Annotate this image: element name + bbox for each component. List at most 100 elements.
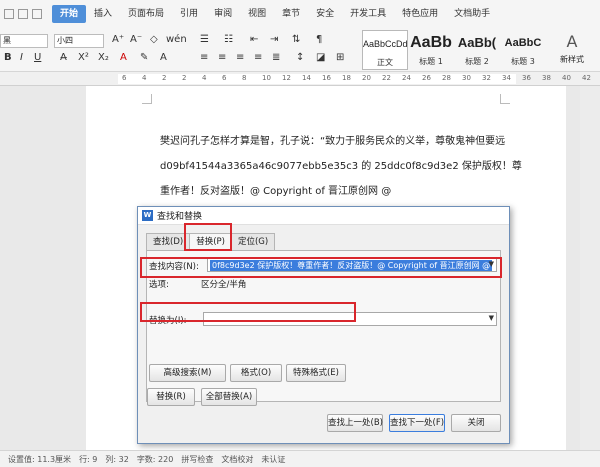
tab-doc-assistant[interactable]: 文档助手 xyxy=(446,5,498,23)
tab-insert[interactable]: 插入 xyxy=(86,5,120,23)
ruler-tick-label: 42 xyxy=(582,74,591,82)
dropdown-arrow-icon[interactable]: ▼ xyxy=(489,314,494,322)
font-name-select[interactable]: 黑 xyxy=(0,34,48,48)
style-gallery: AaBbCcDd 正文 AaBb 标题 1 AaBb( 标题 2 AaBbC 标… xyxy=(362,30,548,70)
status-doc-check[interactable]: 文档校对 xyxy=(221,454,253,465)
tab-security[interactable]: 安全 xyxy=(308,5,342,23)
ruler-tick-label: 24 xyxy=(402,74,411,82)
folder-icon[interactable] xyxy=(4,9,14,19)
replace-panel: 查找内容(N): 0f8c9d3e2 保护版权！尊重作者！反对盗版！@ Copy… xyxy=(146,250,501,402)
decrease-indent-icon[interactable]: ⇤ xyxy=(250,34,258,45)
grow-font-icon[interactable]: A⁺ xyxy=(112,34,124,45)
font-color-icon[interactable]: A xyxy=(120,52,127,63)
ruler-tick-label: 4 xyxy=(142,74,147,82)
borders-icon[interactable]: ⊞ xyxy=(336,52,344,63)
clear-format-icon[interactable]: ◇ xyxy=(150,34,158,45)
char-border-icon[interactable]: A xyxy=(160,52,167,63)
find-previous-button[interactable]: 查找上一处(B) xyxy=(327,414,383,432)
document-text-line: 樊迟问孔子怎样才算是智，孔子说：“致力于服务民众的义举，尊敬鬼神但要远 xyxy=(160,136,506,147)
format-button[interactable]: 格式(O) xyxy=(230,364,282,382)
style-heading-3[interactable]: AaBbC 标题 3 xyxy=(500,30,546,70)
tab-chapter[interactable]: 章节 xyxy=(274,5,308,23)
find-next-button[interactable]: 查找下一处(F) xyxy=(389,414,445,432)
ruler-tick-label: 22 xyxy=(382,74,391,82)
align-right-icon[interactable]: ≡ xyxy=(236,52,244,63)
special-format-button[interactable]: 特殊格式(E) xyxy=(286,364,346,382)
bullet-list-icon[interactable]: ☰ xyxy=(200,34,209,45)
align-left-icon[interactable]: ≡ xyxy=(200,52,208,63)
strikethrough-icon[interactable]: A̶ xyxy=(60,52,67,63)
bold-icon[interactable]: B xyxy=(4,52,12,63)
document-text-line: d09bf41544a3365a46c9077ebb5e35c3 的 25ddc… xyxy=(160,161,522,172)
ruler-tick-label: 40 xyxy=(562,74,571,82)
style-name: 标题 1 xyxy=(419,57,443,66)
options-value: 区分全/半角 xyxy=(201,280,247,290)
status-position: 设置值: 11.3厘米 xyxy=(8,454,72,464)
superscript-icon[interactable]: X² xyxy=(78,52,89,63)
ruler-tick-label: 38 xyxy=(542,74,551,82)
replace-button[interactable]: 替换(R) xyxy=(147,388,195,406)
increase-indent-icon[interactable]: ⇥ xyxy=(270,34,278,45)
dialog-tabs: 查找(D) 替换(P) 定位(G) xyxy=(146,233,276,252)
shrink-font-icon[interactable]: A⁻ xyxy=(130,34,142,45)
tab-references[interactable]: 引用 xyxy=(172,5,206,23)
tab-find[interactable]: 查找(D) xyxy=(146,233,191,251)
line-spacing-icon[interactable]: ↕ xyxy=(296,52,304,63)
status-bar: 设置值: 11.3厘米 行: 9 列: 32 字数: 220 拼写检查 文档校对… xyxy=(0,450,600,467)
dialog-title: 查找和替换 xyxy=(157,212,203,222)
find-label: 查找内容(N): xyxy=(149,262,199,272)
dropdown-arrow-icon[interactable]: ▼ xyxy=(489,260,494,268)
wps-writer-icon: W xyxy=(142,210,153,221)
style-name: 标题 2 xyxy=(465,57,489,66)
show-marks-icon[interactable]: ¶ xyxy=(316,34,322,45)
style-heading-2[interactable]: AaBb( 标题 2 xyxy=(454,30,500,70)
ruler-tick-label: 4 xyxy=(202,74,207,82)
chinese-layout-icon[interactable]: ⇅ xyxy=(292,34,300,45)
print-icon[interactable] xyxy=(18,9,28,19)
ruler-tick-label: 18 xyxy=(342,74,351,82)
ruler-tick-label: 34 xyxy=(502,74,511,82)
style-sample: AaBbCcDd xyxy=(363,39,407,49)
ruler-tick-label: 28 xyxy=(442,74,451,82)
tab-view[interactable]: 视图 xyxy=(240,5,274,23)
ribbon-toolbar: 黑 小四 A⁺ A⁻ ◇ wén B I U A̶ X² X₂ A ✎ A ☰ … xyxy=(0,28,600,72)
underline-icon[interactable]: U xyxy=(34,52,41,63)
tab-home[interactable]: 开始 xyxy=(52,5,87,23)
new-style-button[interactable]: A 新样式 xyxy=(552,30,592,70)
options-label: 选项: xyxy=(149,280,169,290)
tab-page-layout[interactable]: 页面布局 xyxy=(120,5,172,23)
highlight-icon[interactable]: ✎ xyxy=(140,52,148,63)
shading-icon[interactable]: ◪ xyxy=(316,52,325,63)
font-size-select[interactable]: 小四 xyxy=(54,34,104,48)
replace-all-button[interactable]: 全部替换(A) xyxy=(201,388,257,406)
new-style-label: 新样式 xyxy=(560,55,584,64)
find-input[interactable]: 0f8c9d3e2 保护版权！尊重作者！反对盗版！@ Copyright of … xyxy=(207,258,497,272)
subscript-icon[interactable]: X₂ xyxy=(98,52,109,63)
status-col: 列: 32 xyxy=(105,454,129,464)
status-cert[interactable]: 未认证 xyxy=(261,454,285,465)
number-list-icon[interactable]: ☷ xyxy=(224,34,233,45)
style-normal[interactable]: AaBbCcDd 正文 xyxy=(362,30,408,70)
status-word-count[interactable]: 字数: 220 xyxy=(137,454,174,465)
advanced-search-button[interactable]: 高级搜索(M) xyxy=(149,364,226,382)
ruler-tick-label: 26 xyxy=(422,74,431,82)
distribute-icon[interactable]: ≣ xyxy=(272,52,280,63)
style-heading-1[interactable]: AaBb 标题 1 xyxy=(408,30,454,70)
ruler-tick-label: 6 xyxy=(222,74,227,82)
ruler-tick-label: 6 xyxy=(122,74,127,82)
replace-input[interactable]: ▼ xyxy=(203,312,497,326)
tab-developer[interactable]: 开发工具 xyxy=(342,5,394,23)
status-spell-check[interactable]: 拼写检查 xyxy=(181,454,213,465)
justify-icon[interactable]: ≡ xyxy=(254,52,262,63)
tab-goto[interactable]: 定位(G) xyxy=(230,233,276,251)
align-center-icon[interactable]: ≡ xyxy=(218,52,226,63)
close-button[interactable]: 关闭 xyxy=(451,414,501,432)
tab-special-apps[interactable]: 特色应用 xyxy=(394,5,446,23)
horizontal-ruler: 6 4 2 2 4 6 8 10 12 14 16 18 20 22 24 26 28 30 32 34 36 38 40 4… xyxy=(0,72,600,86)
italic-icon[interactable]: I xyxy=(20,52,23,63)
phonetic-icon[interactable]: wén xyxy=(166,34,187,45)
undo-icon[interactable] xyxy=(32,9,42,19)
ruler-tick-label: 8 xyxy=(242,74,247,82)
vertical-scrollbar[interactable] xyxy=(580,86,600,450)
tab-review[interactable]: 审阅 xyxy=(206,5,240,23)
